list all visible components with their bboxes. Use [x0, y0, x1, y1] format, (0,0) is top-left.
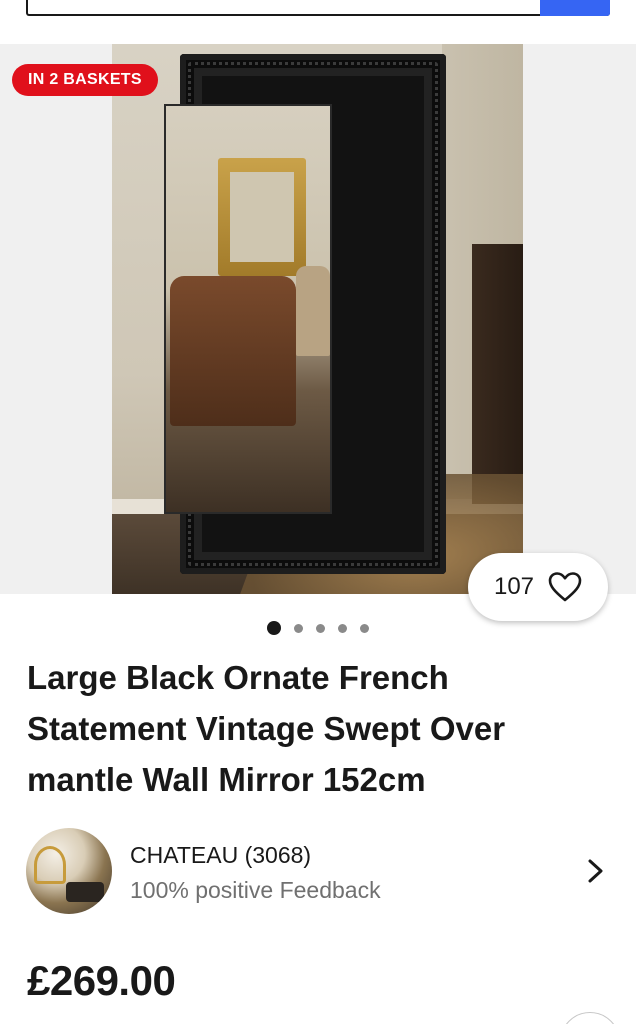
- gallery-pagination: [0, 620, 636, 636]
- gallery-dot[interactable]: [267, 621, 281, 635]
- watch-count: 107: [493, 573, 535, 600]
- seller-card[interactable]: CHATEAU (3068) 100% positive Feedback: [26, 826, 610, 916]
- product-image[interactable]: [112, 44, 523, 594]
- gallery-dot[interactable]: [294, 623, 303, 633]
- search-button[interactable]: [540, 0, 610, 16]
- chevron-right-icon: [588, 859, 603, 883]
- gallery-dot[interactable]: [316, 623, 325, 633]
- heart-icon: [548, 572, 582, 602]
- reflected-gilt-mirror: [218, 158, 306, 276]
- photo-dresser: [472, 244, 523, 504]
- watch-button[interactable]: 107: [468, 553, 608, 621]
- seller-avatar: [26, 828, 112, 914]
- mirror-glass: [164, 104, 332, 514]
- gallery-dot[interactable]: [338, 623, 347, 633]
- reflected-chair: [296, 266, 330, 356]
- seller-name: CHATEAU (3068): [130, 842, 312, 868]
- item-price: £269.00: [27, 957, 176, 1004]
- gallery-dot[interactable]: [360, 623, 369, 633]
- basket-badge: IN 2 BASKETS: [12, 64, 158, 96]
- search-input[interactable]: [26, 0, 610, 16]
- seller-feedback: 100% positive Feedback: [130, 877, 381, 903]
- share-button[interactable]: [560, 1012, 620, 1024]
- reflected-bed: [170, 276, 296, 426]
- listing-title: Large Black Ornate French Statement Vint…: [27, 659, 506, 798]
- search-header: [0, 0, 636, 44]
- image-gallery[interactable]: IN 2 BASKETS 107: [0, 44, 636, 621]
